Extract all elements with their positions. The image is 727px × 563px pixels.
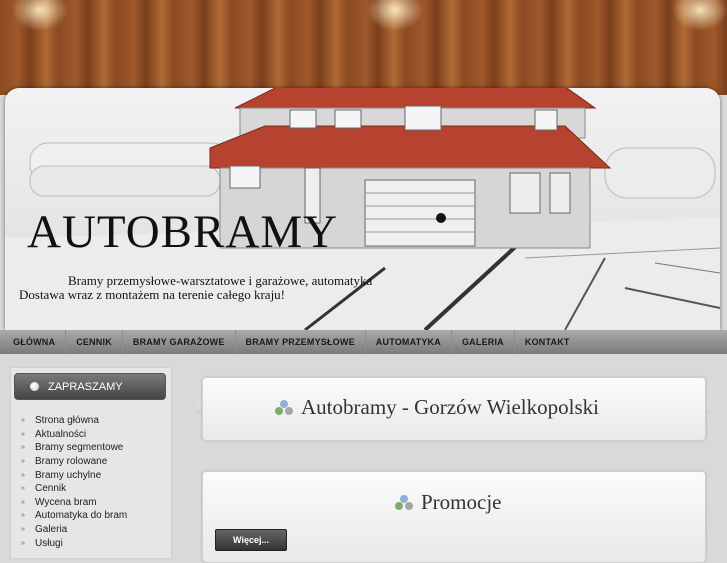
sidebar-item-quote[interactable]: » Wycena bram bbox=[21, 496, 127, 510]
more-button[interactable]: Więcej... bbox=[215, 529, 287, 551]
double-chevron-right-icon: » bbox=[21, 539, 25, 547]
double-chevron-right-icon: » bbox=[21, 417, 25, 425]
sidebar-item-label: Bramy uchylne bbox=[35, 469, 102, 481]
page-title-text: Autobramy - Gorzów Wielkopolski bbox=[301, 395, 599, 419]
nav-item-automation[interactable]: AUTOMATYKA bbox=[366, 330, 452, 354]
sidebar: ZAPRASZAMY » Strona główna » Aktualności »… bbox=[10, 367, 172, 559]
sidebar-item-news[interactable]: » Aktualności bbox=[21, 428, 127, 442]
nav-item-pricing[interactable]: CENNIK bbox=[66, 330, 123, 354]
nav-item-garage-doors[interactable]: BRAMY GARAŻOWE bbox=[123, 330, 236, 354]
main-navigation: GŁÓWNA CENNIK BRAMY GARAŻOWE BRAMY PRZEM… bbox=[0, 330, 727, 354]
double-chevron-right-icon: » bbox=[21, 444, 25, 452]
double-chevron-right-icon: » bbox=[21, 512, 25, 520]
header-banner: AUTOBRAMY Bramy przemysłowe-warsztatowe … bbox=[5, 88, 720, 330]
wood-header-background bbox=[0, 0, 727, 95]
bullet-circle-icon bbox=[30, 382, 39, 391]
sidebar-item-gallery[interactable]: » Galeria bbox=[21, 523, 127, 537]
sidebar-item-label: Cennik bbox=[35, 483, 67, 495]
sidebar-item-label: Automatyka do bram bbox=[35, 510, 128, 522]
sidebar-item-tilting-doors[interactable]: » Bramy uchylne bbox=[21, 468, 127, 482]
nav-item-home[interactable]: GŁÓWNA bbox=[0, 330, 67, 354]
sidebar-item-label: Strona główna bbox=[35, 415, 99, 427]
sidebar-item-door-automation[interactable]: » Automatyka do bram bbox=[21, 509, 127, 523]
nav-item-contact[interactable]: KONTAKT bbox=[515, 330, 580, 354]
sidebar-item-roller-doors[interactable]: » Bramy rolowane bbox=[21, 455, 127, 469]
tagline-delivery: Dostawa wraz z montażem na terenie całeg… bbox=[19, 287, 286, 302]
sidebar-item-home[interactable]: » Strona główna bbox=[21, 414, 127, 428]
double-chevron-right-icon: » bbox=[21, 526, 25, 534]
sidebar-item-label: Galeria bbox=[35, 524, 68, 536]
sidebar-item-sectional-doors[interactable]: » Bramy segmentowe bbox=[21, 441, 127, 455]
page-title: Autobramy - Gorzów Wielkopolski bbox=[275, 395, 599, 420]
molecule-icon bbox=[275, 399, 295, 416]
sidebar-item-label: Wycena bram bbox=[35, 496, 97, 508]
double-chevron-right-icon: » bbox=[21, 458, 25, 466]
sidebar-item-label: Bramy rolowane bbox=[35, 456, 108, 468]
nav-item-gallery[interactable]: GALERIA bbox=[452, 330, 515, 354]
promo-title-text: Promocje bbox=[421, 490, 502, 514]
sidebar-header: ZAPRASZAMY bbox=[14, 373, 166, 400]
sidebar-item-label: Usługi bbox=[35, 537, 63, 549]
molecule-icon bbox=[395, 494, 415, 511]
double-chevron-right-icon: » bbox=[21, 498, 25, 506]
promo-title: Promocje bbox=[395, 490, 501, 515]
sidebar-item-pricing[interactable]: » Cennik bbox=[21, 482, 127, 496]
sidebar-menu: » Strona główna » Aktualności » Bramy segme… bbox=[21, 414, 127, 550]
double-chevron-right-icon: » bbox=[21, 485, 25, 493]
site-logo-text: AUTOBRAMY bbox=[27, 206, 339, 258]
sidebar-title: ZAPRASZAMY bbox=[48, 380, 123, 393]
double-chevron-right-icon: » bbox=[21, 471, 25, 479]
nav-item-industrial-doors[interactable]: BRAMY PRZEMYSŁOWE bbox=[236, 330, 366, 354]
double-chevron-right-icon: » bbox=[21, 430, 25, 438]
sidebar-item-services[interactable]: » Usługi bbox=[21, 536, 127, 550]
sidebar-item-label: Bramy segmentowe bbox=[35, 442, 124, 454]
sidebar-item-label: Aktualności bbox=[35, 428, 87, 440]
